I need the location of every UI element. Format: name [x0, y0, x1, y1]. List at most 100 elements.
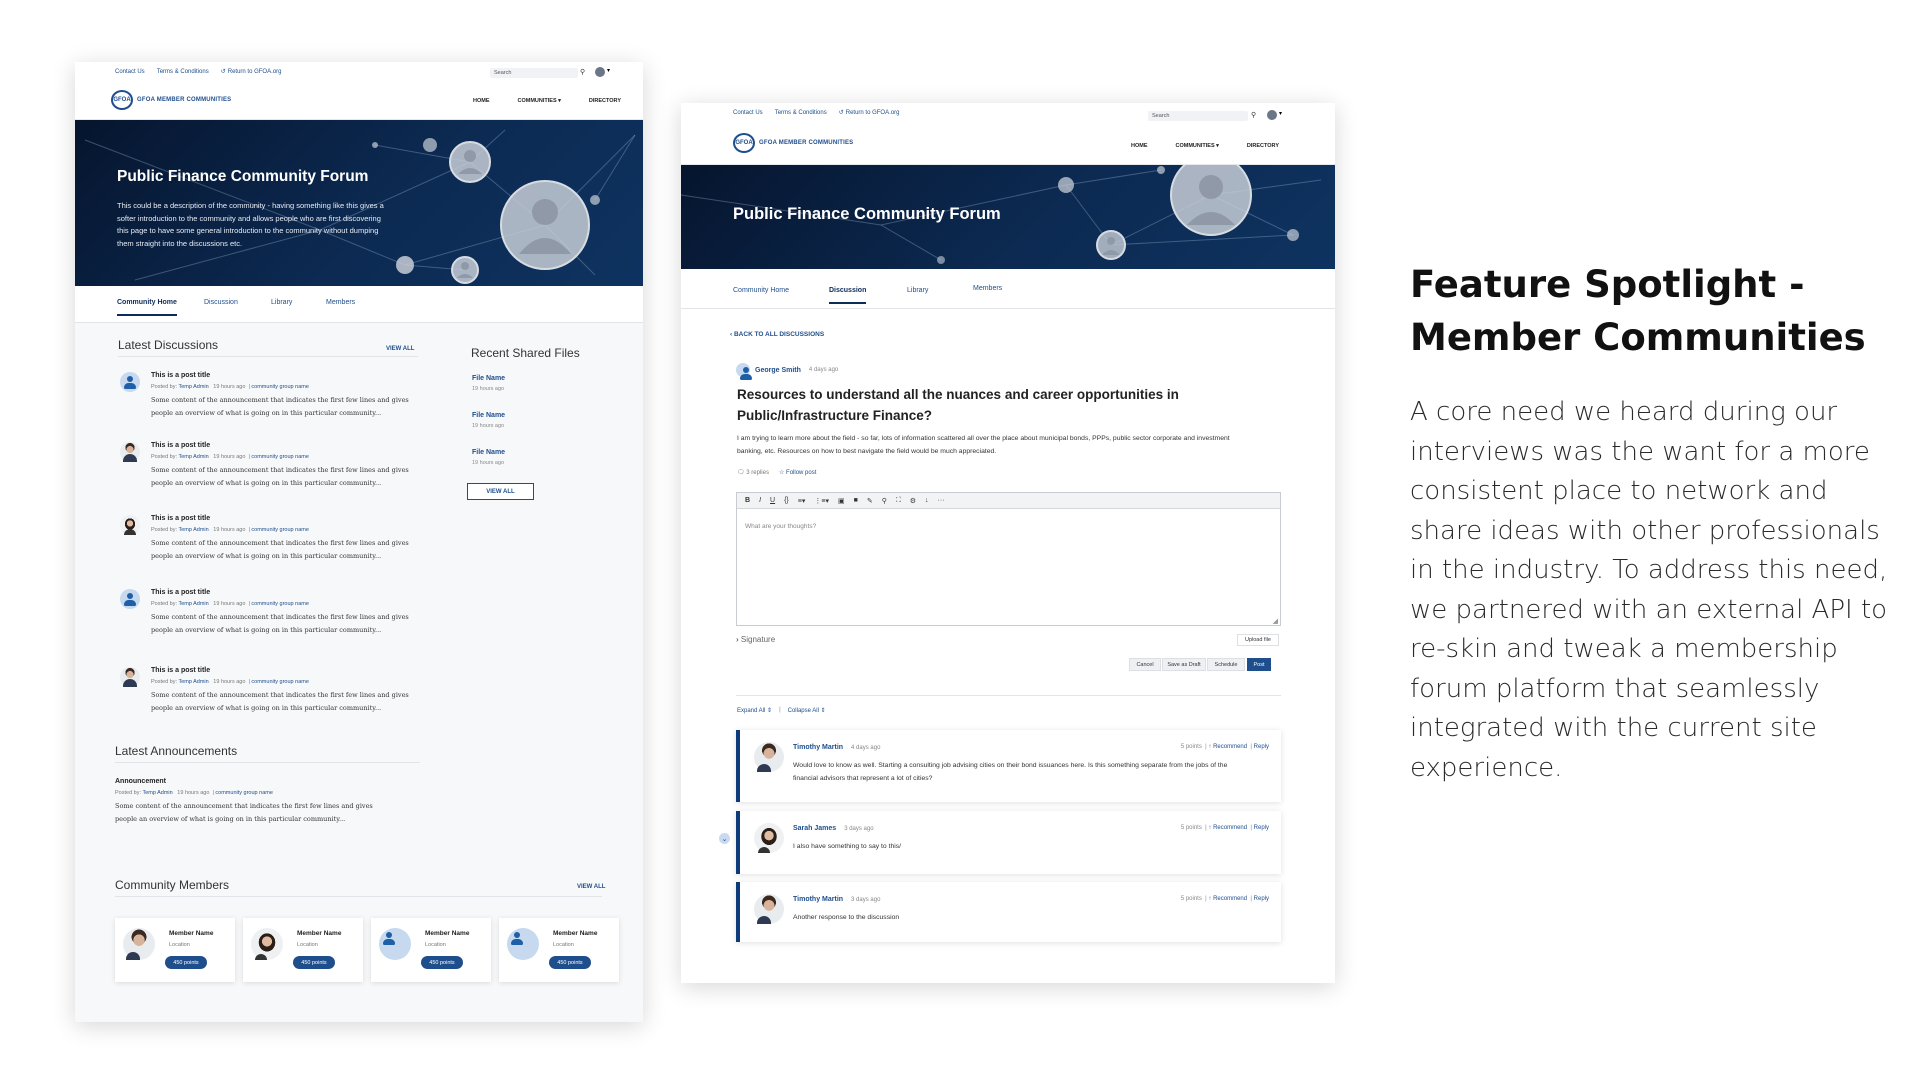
- tab-members[interactable]: Members: [973, 285, 1002, 292]
- reply-author[interactable]: Timothy Martin 4 days ago: [793, 744, 880, 751]
- underline-icon[interactable]: U: [770, 497, 775, 504]
- nav-directory[interactable]: DIRECTORY: [1247, 143, 1279, 149]
- cancel-button[interactable]: Cancel: [1129, 658, 1161, 671]
- recommend-button[interactable]: ↑ Recommend: [1208, 896, 1247, 902]
- return-link[interactable]: ↺ Return to GFOA.org: [839, 109, 900, 117]
- post-author[interactable]: Temp Admin: [178, 679, 208, 685]
- logo[interactable]: GFOA GFOA MEMBER COMMUNITIES: [733, 133, 853, 153]
- contact-link[interactable]: Contact Us: [115, 68, 145, 75]
- edit-icon[interactable]: ✎: [867, 497, 873, 505]
- tab-members[interactable]: Members: [326, 299, 355, 306]
- recommend-button[interactable]: ↑ Recommend: [1208, 825, 1247, 831]
- post-author[interactable]: Temp Admin: [178, 384, 208, 390]
- reply-author[interactable]: Timothy Martin 3 days ago: [793, 896, 880, 903]
- tab-community-home[interactable]: Community Home: [117, 299, 177, 316]
- expand-all-link[interactable]: Expand All ⇕: [737, 707, 772, 714]
- italic-icon[interactable]: I: [759, 497, 761, 504]
- terms-link[interactable]: Terms & Conditions: [775, 109, 827, 116]
- member-card[interactable]: Member Name Location 450 points: [499, 918, 619, 982]
- schedule-button[interactable]: Schedule: [1207, 658, 1245, 671]
- author-name[interactable]: George Smith: [755, 367, 801, 374]
- search-input[interactable]: Search: [490, 68, 578, 78]
- nav-home[interactable]: HOME: [473, 98, 490, 104]
- file-name[interactable]: File Name: [472, 375, 505, 382]
- post-group[interactable]: community group name: [251, 384, 308, 390]
- terms-link[interactable]: Terms & Conditions: [157, 68, 209, 75]
- upload-file-button[interactable]: Upload file: [1237, 634, 1279, 646]
- reply-button[interactable]: Reply: [1254, 744, 1269, 750]
- reply-author[interactable]: Sarah James 3 days ago: [793, 825, 874, 832]
- post-title[interactable]: This is a post title: [151, 667, 210, 674]
- chevron-down-icon[interactable]: ▾: [1279, 110, 1282, 117]
- code-icon[interactable]: {}: [784, 497, 789, 504]
- post-author[interactable]: Temp Admin: [178, 454, 208, 460]
- post-group[interactable]: community group name: [251, 527, 308, 533]
- tab-library[interactable]: Library: [907, 287, 928, 294]
- post-author[interactable]: Temp Admin: [178, 527, 208, 533]
- link-icon[interactable]: ⚲: [882, 497, 887, 505]
- nav-communities[interactable]: COMMUNITIES ▾: [518, 98, 561, 104]
- reply-button[interactable]: Reply: [1254, 896, 1269, 902]
- collapse-all-link[interactable]: Collapse All ⇕: [788, 707, 826, 714]
- announcement-group[interactable]: community group name: [215, 790, 272, 796]
- bullet-list-icon[interactable]: ≡▾: [798, 497, 806, 505]
- settings-icon[interactable]: ⚙: [910, 497, 916, 505]
- file-name[interactable]: File Name: [472, 449, 505, 456]
- announcement-title[interactable]: Announcement: [115, 778, 166, 785]
- file-name[interactable]: File Name: [472, 412, 505, 419]
- resize-handle-icon[interactable]: ◢: [1273, 617, 1278, 625]
- nav-directory[interactable]: DIRECTORY: [589, 98, 621, 104]
- reply-card[interactable]: Sarah James 3 days ago 5 points | ↑ Recom…: [736, 811, 1281, 874]
- member-card[interactable]: Member Name Location 450 points: [115, 918, 235, 982]
- download-icon[interactable]: ↓: [925, 497, 929, 504]
- member-card[interactable]: Member Name Location 450 points: [243, 918, 363, 982]
- post-group[interactable]: community group name: [251, 601, 308, 607]
- user-avatar[interactable]: [595, 67, 605, 77]
- user-avatar[interactable]: [1267, 110, 1277, 120]
- post-title[interactable]: This is a post title: [151, 372, 210, 379]
- member-card[interactable]: Member Name Location 450 points: [371, 918, 491, 982]
- search-icon[interactable]: ⚲: [1251, 111, 1256, 119]
- post-title[interactable]: This is a post title: [151, 589, 210, 596]
- embed-icon[interactable]: ⛶: [896, 497, 901, 505]
- post-group[interactable]: community group name: [251, 454, 308, 460]
- tab-library[interactable]: Library: [271, 299, 292, 306]
- post-title[interactable]: This is a post title: [151, 515, 210, 522]
- nav-communities[interactable]: COMMUNITIES ▾: [1176, 143, 1219, 149]
- reply-editor[interactable]: B I U {} ≡▾ ⋮≡▾ ▣ ■ ✎ ⚲ ⛶ ⚙ ↓ ··· What a…: [736, 492, 1281, 626]
- chevron-down-icon[interactable]: ▾: [607, 67, 610, 74]
- tab-discussion[interactable]: Discussion: [204, 299, 238, 306]
- file-item[interactable]: File Name 19 hours ago: [472, 449, 505, 466]
- discussions-view-all-link[interactable]: VIEW ALL: [386, 346, 414, 352]
- logo[interactable]: GFOA GFOA MEMBER COMMUNITIES: [111, 90, 231, 110]
- return-link[interactable]: ↺ Return to GFOA.org: [221, 68, 282, 76]
- members-view-all-link[interactable]: VIEW ALL: [577, 884, 605, 890]
- search-icon[interactable]: ⚲: [580, 68, 585, 76]
- reply-card[interactable]: Timothy Martin 3 days ago 5 points | ↑ Re…: [736, 882, 1281, 942]
- file-item[interactable]: File Name 19 hours ago: [472, 412, 505, 429]
- post-button[interactable]: Post: [1247, 658, 1271, 671]
- video-icon[interactable]: ■: [854, 497, 858, 504]
- post-author[interactable]: Temp Admin: [178, 601, 208, 607]
- tab-discussion[interactable]: Discussion: [829, 287, 867, 304]
- file-item[interactable]: File Name 19 hours ago: [472, 375, 505, 392]
- more-icon[interactable]: ···: [938, 497, 945, 504]
- search-input[interactable]: Search: [1148, 111, 1248, 121]
- post-group[interactable]: community group name: [251, 679, 308, 685]
- recommend-button[interactable]: ↑ Recommend: [1208, 744, 1247, 750]
- contact-link[interactable]: Contact Us: [733, 109, 763, 116]
- image-icon[interactable]: ▣: [838, 497, 845, 505]
- nav-home[interactable]: HOME: [1131, 143, 1148, 149]
- signature-toggle[interactable]: › Signature: [736, 635, 775, 644]
- post-title[interactable]: This is a post title: [151, 442, 210, 449]
- bold-icon[interactable]: B: [745, 497, 750, 504]
- reply-button[interactable]: Reply: [1254, 825, 1269, 831]
- reply-card[interactable]: Timothy Martin 4 days ago 5 points | ↑ Re…: [736, 730, 1281, 802]
- back-to-discussions-link[interactable]: ‹ BACK TO ALL DISCUSSIONS: [730, 331, 824, 338]
- numbered-list-icon[interactable]: ⋮≡▾: [814, 497, 829, 505]
- announcement-author[interactable]: Temp Admin: [142, 790, 172, 796]
- save-draft-button[interactable]: Save as Draft: [1162, 658, 1206, 671]
- follow-post-link[interactable]: ☆ Follow post: [779, 469, 816, 476]
- tab-community-home[interactable]: Community Home: [733, 287, 789, 294]
- expand-thread-icon[interactable]: ⌄: [719, 833, 730, 844]
